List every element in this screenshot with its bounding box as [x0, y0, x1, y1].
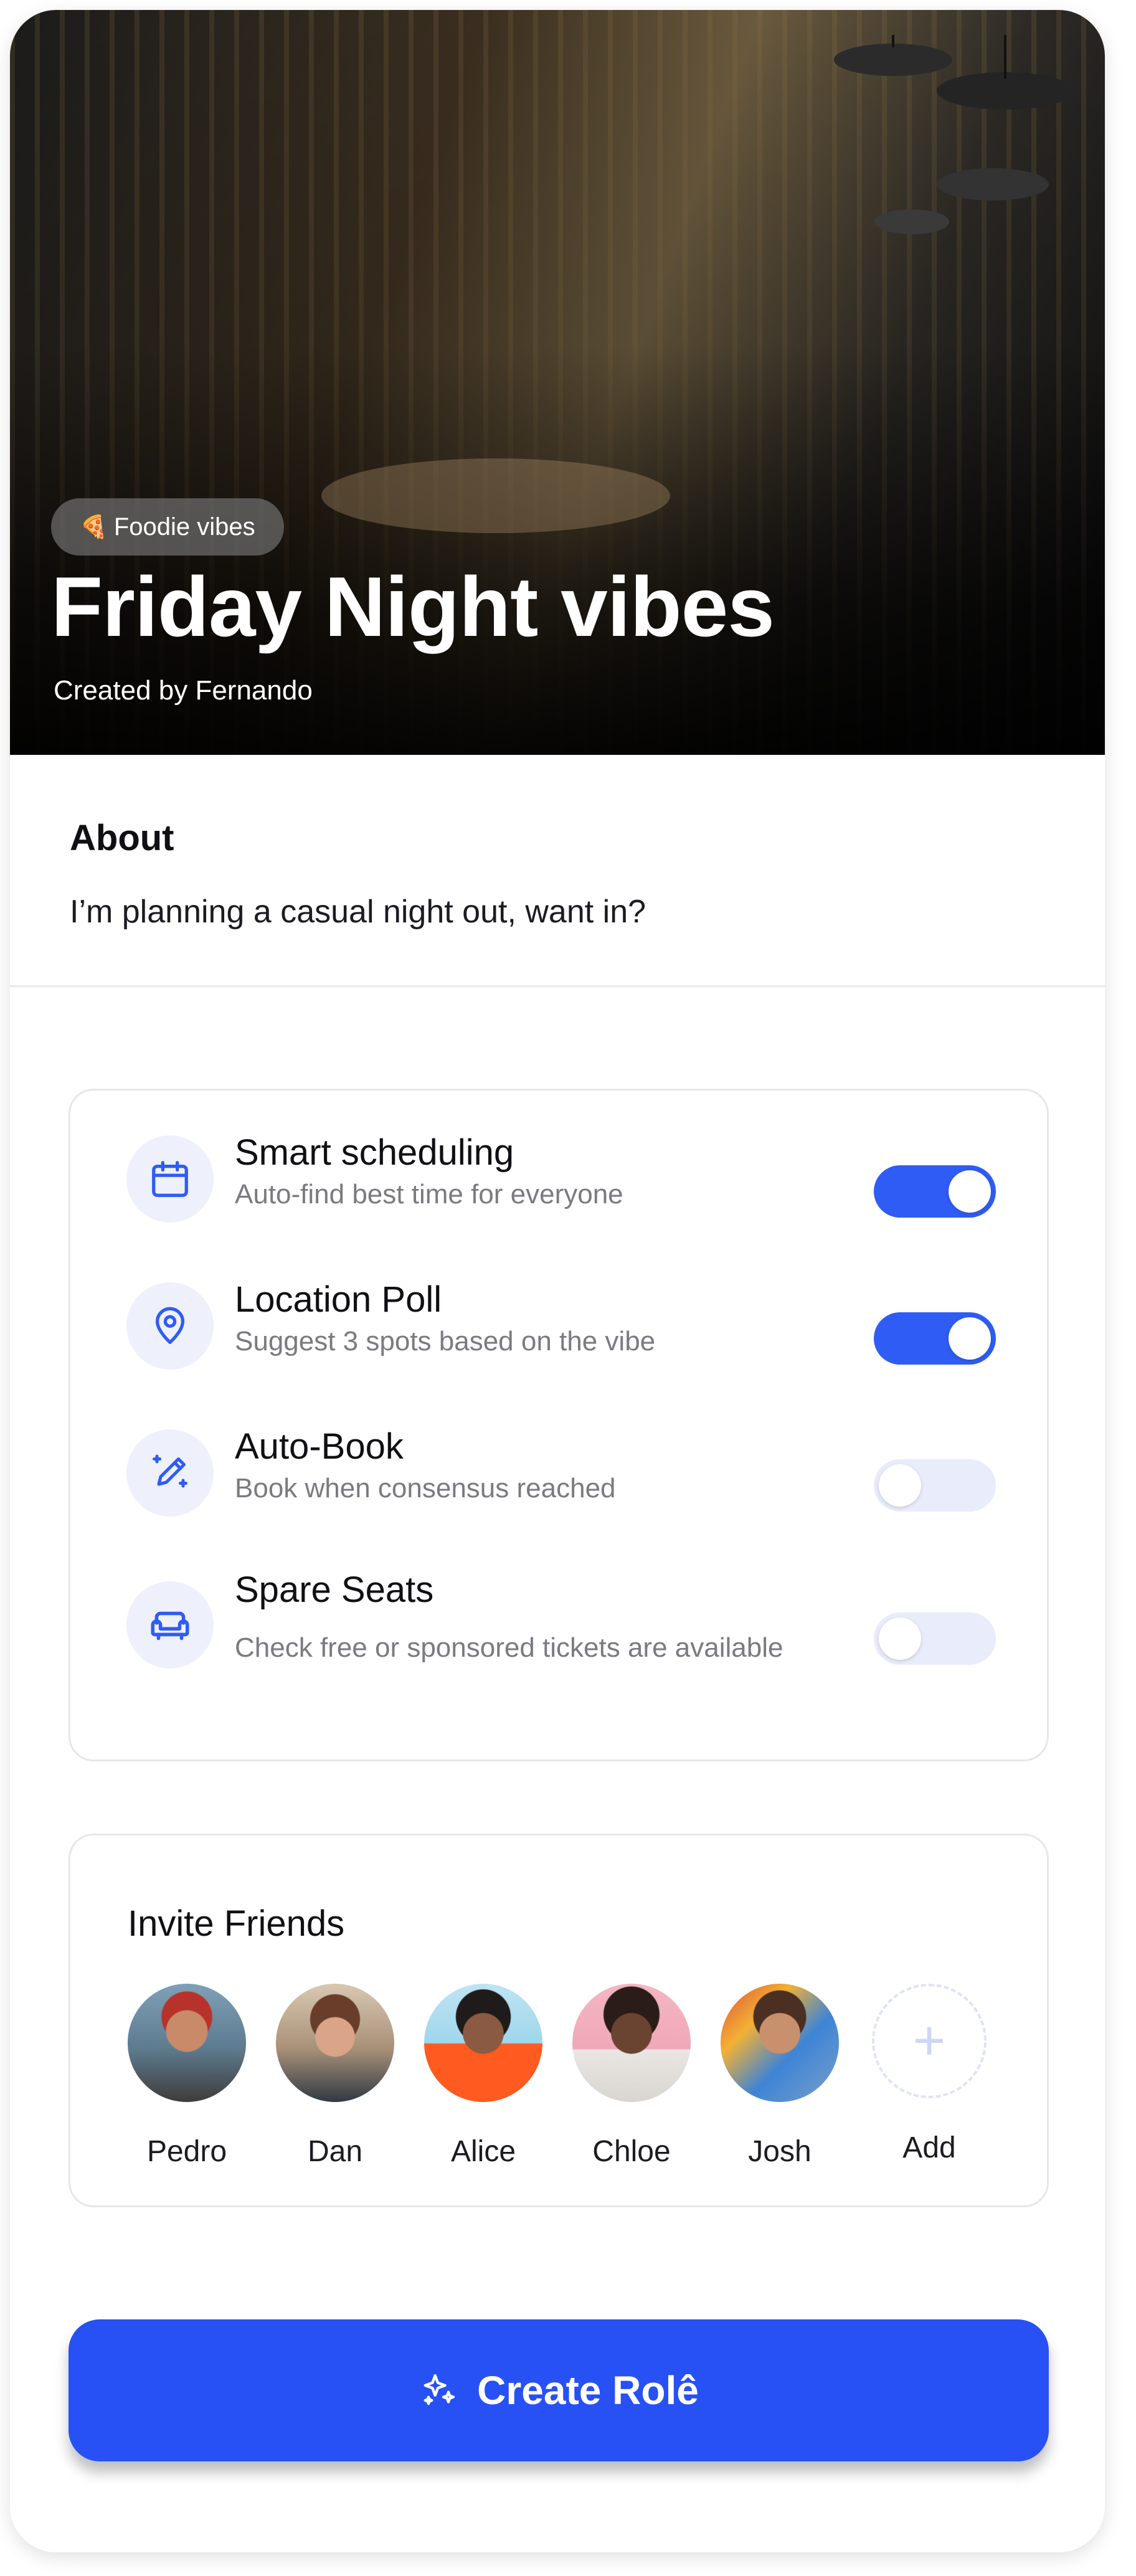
friend-chloe[interactable]: Chloe — [572, 1984, 691, 2169]
hero-image: 🍕 Foodie vibes Friday Night vibes Create… — [10, 10, 1105, 755]
avatar — [276, 1984, 394, 2102]
feature-description: Book when consensus reached — [235, 1473, 616, 1503]
friend-dan[interactable]: Dan — [276, 1984, 394, 2169]
feature-auto-book: Auto-Book Book when consensus reached — [70, 1398, 1047, 1523]
feature-smart-scheduling: Smart scheduling Auto-find best time for… — [70, 1104, 1047, 1229]
invite-friends-heading: Invite Friends — [128, 1903, 345, 1944]
category-tag: 🍕 Foodie vibes — [51, 498, 284, 556]
about-heading: About — [70, 818, 174, 858]
friend-name: Dan — [307, 2135, 363, 2168]
friend-josh[interactable]: Josh — [721, 1984, 839, 2169]
create-role-button[interactable]: Create Rolê — [69, 2319, 1049, 2461]
add-friend-button[interactable]: + Add — [870, 1984, 988, 2165]
auto-book-toggle[interactable] — [874, 1459, 996, 1512]
add-friend-label: Add — [902, 2131, 956, 2164]
calendar-icon — [126, 1135, 214, 1223]
sparkles-icon — [424, 2374, 455, 2405]
feature-description: Check free or sponsored tickets are avai… — [235, 1632, 783, 1663]
table-silhouette — [321, 458, 670, 533]
section-divider — [10, 985, 1105, 987]
category-tag-label: Foodie vibes — [113, 513, 255, 541]
friend-name: Chloe — [592, 2135, 671, 2168]
feature-title: Location Poll — [235, 1279, 442, 1320]
about-text: I’m planning a casual night out, want in… — [70, 894, 646, 930]
location-poll-toggle[interactable] — [874, 1312, 996, 1365]
pizza-icon: 🍕 — [80, 514, 108, 539]
event-creator: Created by Fernando — [54, 675, 313, 706]
feature-location-poll: Location Poll Suggest 3 spots based on t… — [70, 1251, 1047, 1376]
friend-name: Josh — [748, 2135, 812, 2168]
toggle-knob — [949, 1170, 991, 1213]
avatar — [424, 1984, 542, 2102]
create-role-label: Create Rolê — [477, 2368, 699, 2413]
avatar — [721, 1984, 839, 2102]
feature-description: Suggest 3 spots based on the vibe — [235, 1326, 656, 1357]
friend-name: Alice — [450, 2135, 516, 2168]
toggle-knob — [949, 1317, 991, 1360]
location-pin-icon — [126, 1282, 214, 1370]
spare-seats-toggle[interactable] — [874, 1612, 996, 1665]
invite-friends-panel: Invite Friends Pedro Dan Alice Chloe Jos… — [69, 1834, 1049, 2207]
friend-pedro[interactable]: Pedro — [128, 1984, 246, 2169]
sofa-icon — [126, 1581, 214, 1669]
feature-title: Smart scheduling — [235, 1132, 514, 1173]
feature-spare-seats: Spare Seats Check free or sponsored tick… — [70, 1545, 1047, 1670]
features-panel: Smart scheduling Auto-find best time for… — [69, 1089, 1049, 1761]
plus-icon: + — [872, 1984, 987, 2098]
pendant-lights-illustration — [834, 35, 1074, 234]
event-card: 🍕 Foodie vibes Friday Night vibes Create… — [10, 10, 1105, 2552]
feature-description: Auto-find best time for everyone — [235, 1179, 623, 1210]
event-title: Friday Night vibes — [51, 559, 775, 654]
feature-title: Auto-Book — [235, 1426, 404, 1467]
magic-pencil-icon — [126, 1429, 214, 1517]
feature-title: Spare Seats — [235, 1570, 434, 1610]
friend-name: Pedro — [146, 2135, 227, 2168]
avatar — [572, 1984, 691, 2102]
toggle-knob — [879, 1617, 921, 1660]
avatar — [128, 1984, 246, 2102]
toggle-knob — [879, 1464, 921, 1507]
friend-alice[interactable]: Alice — [424, 1984, 542, 2169]
smart-scheduling-toggle[interactable] — [874, 1165, 996, 1218]
